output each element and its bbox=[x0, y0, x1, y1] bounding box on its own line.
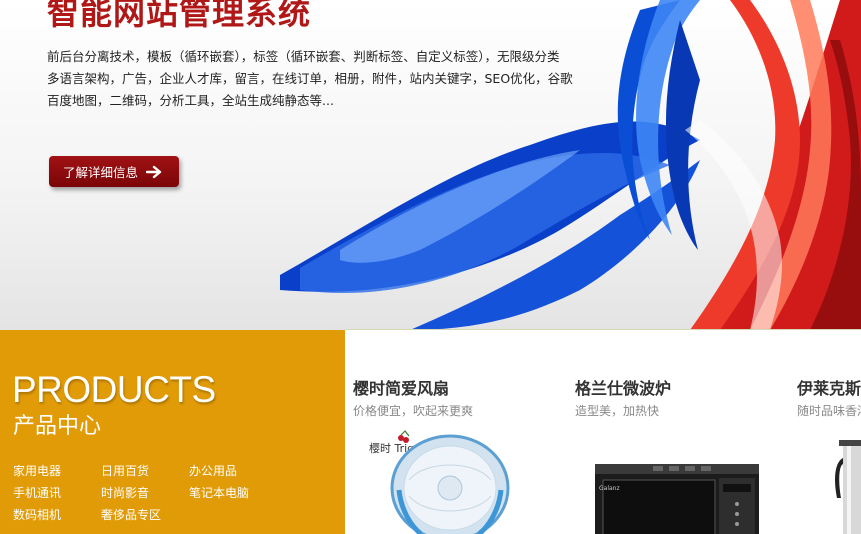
category-link[interactable]: 日用百货 bbox=[101, 462, 149, 479]
kettle-image[interactable] bbox=[829, 438, 861, 534]
banner-desc-line: 多语言架构，广告，企业人才库，留言，在线订单，相册，附件，站内关键字，SEO优化… bbox=[47, 71, 573, 86]
products-title-cn: 产品中心 bbox=[13, 414, 102, 439]
category-link[interactable]: 时尚影音 bbox=[101, 484, 149, 501]
banner-description: 前后台分离技术，模板（循环嵌套），标签（循环嵌套、判断标签、自定义标签），无限级… bbox=[47, 46, 573, 112]
hero-banner: 智能网站管理系统 前后台分离技术，模板（循环嵌套），标签（循环嵌套、判断标签、自… bbox=[0, 0, 861, 330]
category-link[interactable]: 奢侈品专区 bbox=[101, 506, 161, 523]
microwave-image[interactable]: Galanz bbox=[593, 462, 763, 534]
fan-image[interactable]: 樱时 TrigS bbox=[365, 430, 535, 534]
products-panel: PRODUCTS 产品中心 家用电器 日用百货 办公用品 手机通讯 时尚影音 笔… bbox=[0, 330, 345, 534]
product-name[interactable]: 樱时简爱风扇 bbox=[353, 375, 449, 399]
product-name[interactable]: 伊莱克斯 bbox=[797, 375, 861, 399]
category-link[interactable]: 笔记本电脑 bbox=[189, 484, 249, 501]
products-title-en: PRODUCTS bbox=[12, 369, 216, 410]
product-item[interactable]: 樱时简爱风扇 价格便宜，吹起来更爽 樱时 TrigS bbox=[345, 330, 567, 534]
category-link[interactable]: 家用电器 bbox=[13, 462, 61, 479]
product-item[interactable]: 格兰仕微波炉 造型美，加热快 Galanz bbox=[567, 330, 789, 534]
product-desc: 随时品味香浓 bbox=[797, 404, 861, 418]
banner-desc-line: 百度地图，二维码，分析工具，全站生成纯静态等... bbox=[47, 93, 334, 108]
product-item[interactable]: 伊莱克斯 随时品味香浓 bbox=[789, 330, 861, 534]
product-name[interactable]: 格兰仕微波炉 bbox=[575, 375, 671, 399]
learn-more-label: 了解详细信息 bbox=[63, 165, 139, 180]
arrow-right-icon bbox=[146, 165, 162, 179]
banner-desc-line: 前后台分离技术，模板（循环嵌套），标签（循环嵌套、判断标签、自定义标签），无限级… bbox=[47, 49, 560, 64]
product-desc: 造型美，加热快 bbox=[575, 404, 660, 418]
category-link[interactable]: 办公用品 bbox=[189, 462, 237, 479]
banner-title: 智能网站管理系统 bbox=[47, 0, 312, 32]
product-desc: 价格便宜，吹起来更爽 bbox=[353, 404, 474, 418]
category-link[interactable]: 数码相机 bbox=[13, 506, 61, 523]
microwave-brand-text: Galanz bbox=[599, 485, 620, 492]
category-link[interactable]: 手机通讯 bbox=[13, 484, 61, 501]
learn-more-button[interactable]: 了解详细信息 bbox=[49, 156, 179, 187]
